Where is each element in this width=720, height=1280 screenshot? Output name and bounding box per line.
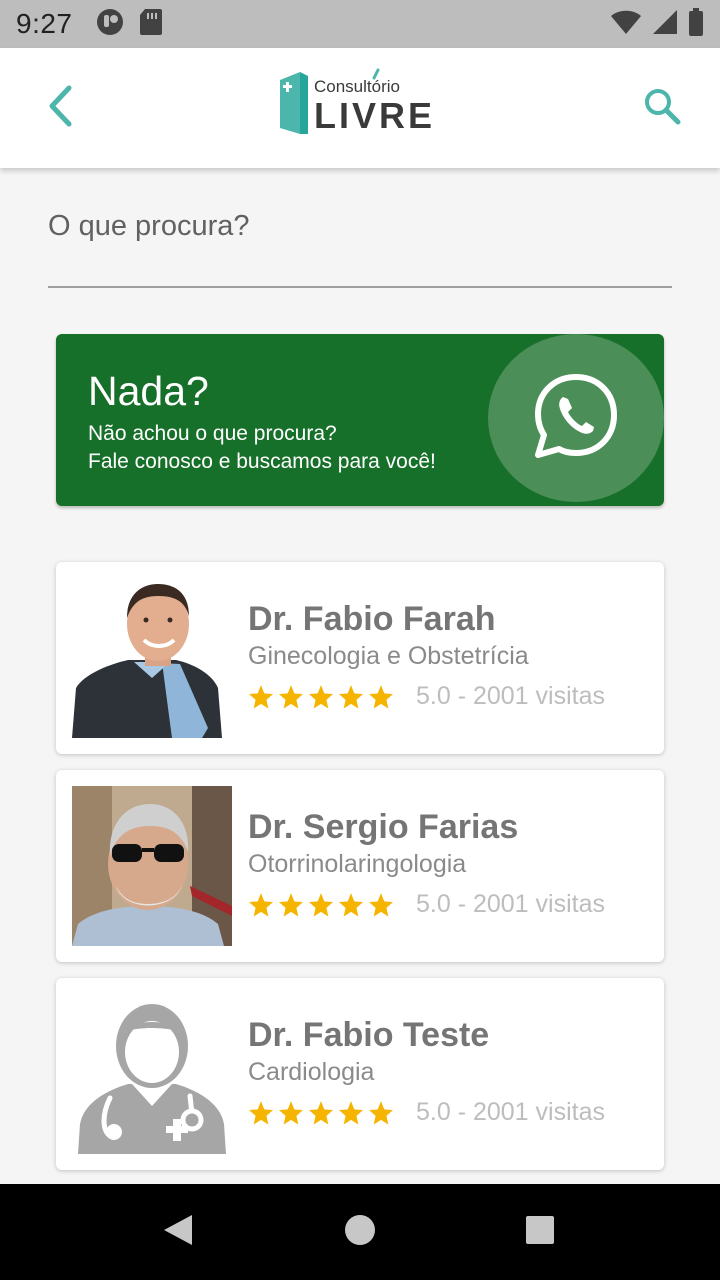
app-logo: Consultório LIVRE	[278, 68, 444, 138]
status-bar: 9:27	[0, 0, 720, 48]
star-icon	[369, 1100, 393, 1124]
logo-text-bottom: LIVRE	[314, 95, 435, 136]
notification-icon	[95, 7, 125, 42]
star-icon	[309, 684, 333, 708]
home-circle-icon	[344, 1214, 376, 1251]
doctor-visits: 5.0 - 2001 visitas	[416, 1098, 605, 1126]
recents-square-icon	[525, 1215, 555, 1250]
doctor-photo	[72, 786, 232, 946]
star-icon	[249, 684, 273, 708]
doctor-rating: 5.0 - 2001 visitas	[248, 1098, 605, 1127]
star-icon	[369, 684, 393, 708]
doctor-visits: 5.0 - 2001 visitas	[416, 682, 605, 710]
doctor-avatar-icon	[72, 994, 232, 1154]
status-time: 9:27	[16, 8, 73, 39]
doctor-card[interactable]: Dr. Fabio Teste Cardiologia 5.0 - 2001 v…	[56, 978, 664, 1170]
whatsapp-button[interactable]	[488, 334, 664, 502]
doctor-rating: 5.0 - 2001 visitas	[248, 682, 605, 711]
whatsapp-promo-card[interactable]: Nada? Não achou o que procura? Fale cono…	[56, 334, 664, 506]
star-icon	[279, 1100, 303, 1124]
promo-line-2: Fale conosco e buscamos para você!	[88, 450, 436, 473]
wifi-icon	[610, 9, 642, 40]
back-button[interactable]	[36, 80, 84, 136]
star-icon	[249, 1100, 273, 1124]
promo-subtitle: Não achou o que procura? Fale conosco e …	[88, 420, 436, 476]
star-icon	[339, 892, 363, 916]
star-rating	[248, 1100, 394, 1126]
star-icon	[279, 892, 303, 916]
search-icon	[643, 87, 681, 130]
doctor-card[interactable]: Dr. Sergio Farias Otorrinolaringologia 5…	[56, 770, 664, 962]
battery-icon	[688, 7, 704, 41]
nav-back-button[interactable]	[154, 1208, 202, 1256]
chevron-left-icon	[45, 84, 75, 133]
doctor-specialty: Otorrinolaringologia	[248, 850, 467, 878]
doctor-name: Dr. Fabio Farah	[248, 600, 496, 638]
doctor-rating: 5.0 - 2001 visitas	[248, 890, 605, 919]
search-button[interactable]	[634, 80, 690, 136]
system-nav-bar	[0, 1184, 720, 1280]
promo-title: Nada?	[88, 368, 209, 414]
star-icon	[369, 892, 393, 916]
app-bar: Consultório LIVRE	[0, 48, 720, 168]
search-input[interactable]	[48, 200, 672, 252]
doctor-avatar-placeholder	[72, 994, 232, 1154]
nav-home-button[interactable]	[336, 1208, 384, 1256]
status-right	[610, 7, 704, 41]
signal-icon	[652, 9, 678, 40]
sd-card-icon	[139, 8, 163, 41]
star-icon	[339, 684, 363, 708]
promo-line-1: Não achou o que procura?	[88, 422, 337, 445]
doctor-specialty: Ginecologia e Obstetrícia	[248, 642, 529, 670]
star-icon	[279, 684, 303, 708]
search-field	[48, 200, 672, 288]
doctor-photo	[72, 578, 232, 738]
star-icon	[309, 1100, 333, 1124]
nav-recents-button[interactable]	[516, 1208, 564, 1256]
star-icon	[309, 892, 333, 916]
doctor-name: Dr. Sergio Farias	[248, 808, 519, 846]
star-rating	[248, 684, 394, 710]
doctor-visits: 5.0 - 2001 visitas	[416, 890, 605, 918]
star-icon	[249, 892, 273, 916]
back-triangle-icon	[162, 1213, 194, 1252]
doctor-card[interactable]: Dr. Fabio Farah Ginecologia e Obstetríci…	[56, 562, 664, 754]
doctor-specialty: Cardiologia	[248, 1058, 375, 1086]
logo-text-top: Consultório	[314, 77, 400, 96]
whatsapp-icon	[532, 371, 620, 466]
doctor-name: Dr. Fabio Teste	[248, 1016, 490, 1054]
star-icon	[339, 1100, 363, 1124]
star-rating	[248, 892, 394, 918]
